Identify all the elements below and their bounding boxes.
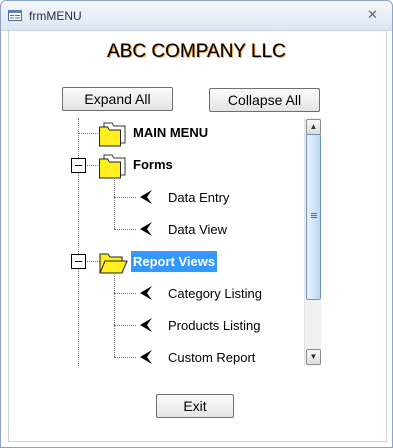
tree-line <box>114 357 136 358</box>
folder-icon <box>99 154 126 179</box>
arrow-icon <box>140 222 152 236</box>
tree-node-data-entry[interactable]: Data Entry <box>168 190 229 205</box>
folder-icon <box>99 122 126 147</box>
app-icon <box>8 10 22 21</box>
thumb-grip <box>311 217 317 218</box>
expand-all-button[interactable]: Expand All <box>62 87 173 111</box>
folder-open-icon <box>99 253 128 274</box>
company-title: ABC COMPANY LLC <box>107 41 286 62</box>
scroll-down-icon[interactable]: ▼ <box>306 349 321 365</box>
scroll-up-icon[interactable]: ▲ <box>306 119 321 135</box>
title-bar[interactable]: frmMENU ✕ <box>1 1 392 31</box>
collapse-all-button[interactable]: Collapse All <box>209 88 320 112</box>
tree-node-products-listing[interactable]: Products Listing <box>168 318 261 333</box>
scroll-thumb[interactable] <box>306 134 321 300</box>
collapse-icon[interactable] <box>71 158 86 173</box>
tree-node-forms[interactable]: Forms <box>133 157 173 172</box>
tree-node-data-view[interactable]: Data View <box>168 222 227 237</box>
window-title: frmMENU <box>29 9 82 23</box>
arrow-icon <box>140 190 152 204</box>
tree-line <box>114 229 136 230</box>
tree-line <box>114 293 136 294</box>
thumb-grip <box>311 213 317 214</box>
collapse-icon[interactable] <box>71 254 86 269</box>
arrow-icon <box>140 318 152 332</box>
arrow-icon <box>140 350 152 364</box>
close-icon[interactable]: ✕ <box>364 7 381 23</box>
tree-scrollbar[interactable]: ▲ ▼ <box>304 118 321 366</box>
tree-node-category-listing[interactable]: Category Listing <box>168 286 262 301</box>
tree-node-main-menu[interactable]: MAIN MENU <box>133 125 208 140</box>
exit-button[interactable]: Exit <box>156 394 234 418</box>
tree-line <box>114 180 115 229</box>
tree-line <box>78 118 79 366</box>
tree-line <box>114 325 136 326</box>
tree-node-report-views[interactable]: Report Views <box>131 251 218 272</box>
tree-line <box>114 276 115 357</box>
tree-line <box>78 133 100 134</box>
arrow-icon <box>140 286 152 300</box>
menu-tree[interactable]: MAIN MENU Forms Data Entry Data View Rep… <box>68 118 320 366</box>
tree-line <box>114 197 136 198</box>
tree-node-custom-report[interactable]: Custom Report <box>168 350 255 365</box>
thumb-grip <box>311 215 317 216</box>
